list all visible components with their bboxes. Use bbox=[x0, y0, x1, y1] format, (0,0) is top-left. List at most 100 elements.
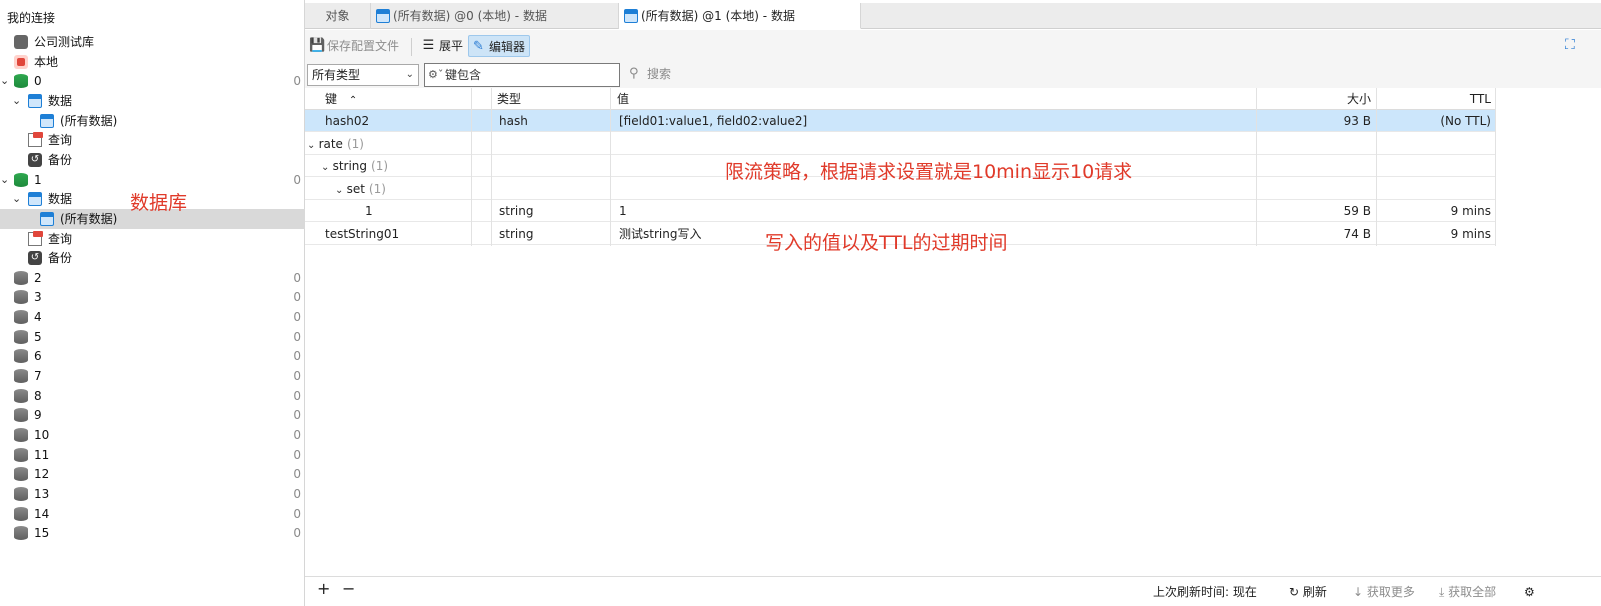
tab-objects[interactable]: 对象 bbox=[305, 3, 371, 29]
header-type[interactable]: 类型 bbox=[497, 88, 607, 110]
sidebar-item-count: 0 bbox=[293, 270, 301, 285]
sidebar-item-company[interactable]: 公司测试库 bbox=[0, 32, 305, 52]
sidebar-item-label: 14 bbox=[34, 506, 50, 521]
header-value[interactable]: 值 bbox=[617, 88, 1257, 110]
cell-value: 1 bbox=[619, 204, 627, 219]
database-icon bbox=[14, 428, 28, 442]
database-icon bbox=[14, 74, 28, 89]
chevron-down-icon[interactable]: ⌄ bbox=[12, 91, 21, 111]
flat-view-button[interactable]: ☰ 展平 bbox=[419, 35, 463, 57]
cell-size: 59 B bbox=[1343, 204, 1371, 219]
table-icon bbox=[624, 9, 638, 23]
header-ttl[interactable]: TTL bbox=[1377, 88, 1491, 110]
sidebar-item-db-gray[interactable]: 14 0 bbox=[0, 504, 305, 524]
cell-ttl: (No TTL) bbox=[1440, 114, 1491, 128]
sidebar-item-db-gray[interactable]: 70 bbox=[0, 366, 305, 386]
chevron-down-icon: ⌄ bbox=[405, 69, 414, 80]
sidebar-item-count: 0 bbox=[293, 172, 301, 187]
save-config-button[interactable]: 💾 保存配置文件 bbox=[307, 35, 399, 57]
sidebar-item-backup[interactable]: ↺ 备份 bbox=[0, 248, 305, 268]
sidebar-item-db-gray[interactable]: 90 bbox=[0, 405, 305, 425]
gear-icon[interactable]: ⚙ˇ bbox=[428, 64, 443, 86]
database-icon bbox=[14, 369, 28, 384]
sidebar-item-db-gray[interactable]: 15 0 bbox=[0, 523, 305, 543]
remove-button[interactable]: − bbox=[342, 579, 355, 599]
column-divider bbox=[1495, 88, 1496, 246]
header-key[interactable]: 键 ⌃ bbox=[325, 88, 470, 110]
load-all-button[interactable]: ⤓ 获取全部 bbox=[1439, 582, 1496, 602]
sidebar-item-label: 9 bbox=[34, 408, 42, 423]
sidebar-item-count: 0 bbox=[293, 290, 301, 305]
sidebar-item-db-green[interactable]: ⌄ 0 0 bbox=[0, 71, 305, 91]
header-size[interactable]: 大小 bbox=[1257, 88, 1371, 110]
annotation-database: 数据库 bbox=[130, 192, 188, 214]
add-button[interactable]: + bbox=[317, 579, 330, 599]
sidebar-item-count: 0 bbox=[293, 506, 301, 521]
column-divider bbox=[491, 88, 492, 246]
sidebar-item-label: 3 bbox=[34, 290, 42, 305]
sidebar-item-label: (所有数据) bbox=[60, 211, 118, 226]
sidebar-item-db-green[interactable]: ⌄ 1 0 bbox=[0, 170, 305, 190]
cell-key: ⌄ string (1) bbox=[321, 155, 481, 177]
sidebar-item-db-gray[interactable]: 12 0 bbox=[0, 464, 305, 484]
sidebar-item-db-gray[interactable]: 40 bbox=[0, 307, 305, 327]
save-config-label: 保存配置文件 bbox=[327, 39, 400, 53]
refresh-button[interactable]: ↻ 刷新 bbox=[1289, 582, 1327, 602]
chevron-down-icon[interactable]: ⌄ bbox=[0, 71, 9, 91]
type-filter-select[interactable]: 所有类型 ⌄ bbox=[307, 64, 419, 86]
sidebar-item-label: 备份 bbox=[48, 152, 73, 167]
sidebar-item-table[interactable]: (所有数据) bbox=[0, 111, 305, 131]
cell-ttl bbox=[1377, 178, 1491, 200]
key-filter-input[interactable]: ⚙ˇ 键包含 bbox=[424, 63, 620, 87]
sidebar-item-query[interactable]: 查询 bbox=[0, 130, 305, 150]
sidebar-item-db-gray[interactable]: 20 bbox=[0, 268, 305, 288]
chevron-down-icon[interactable]: ⌄ bbox=[0, 170, 9, 190]
sidebar-item-label: 查询 bbox=[48, 231, 73, 246]
sidebar-item-db-gray[interactable]: 60 bbox=[0, 346, 305, 366]
table-row[interactable]: 1 string 1 59 B 9 mins bbox=[305, 200, 1496, 223]
sidebar-item-db-gray[interactable]: 50 bbox=[0, 327, 305, 347]
sidebar-item-db-gray[interactable]: 10 0 bbox=[0, 425, 305, 445]
chevron-down-icon[interactable]: ⌄ bbox=[12, 189, 21, 209]
chevron-down-icon[interactable]: ⌄ bbox=[307, 140, 319, 151]
column-divider bbox=[610, 88, 611, 246]
sidebar-item-label: 10 bbox=[34, 428, 50, 442]
cell-size bbox=[1257, 155, 1371, 177]
search-button[interactable]: ⚲ 搜索 bbox=[629, 66, 671, 82]
sidebar-item-query[interactable]: 查询 bbox=[0, 229, 305, 249]
sidebar-item-server[interactable]: 本地 bbox=[0, 52, 305, 72]
annotation-written-value: 写入的值以及TTL的过期时间 bbox=[765, 232, 1008, 254]
sidebar-item-db-gray[interactable]: 11 0 bbox=[0, 445, 305, 465]
server-icon bbox=[14, 54, 28, 69]
table-row[interactable]: hash02 hash [field01:value1, field02:value… bbox=[305, 110, 1496, 132]
load-more-label: 获取更多 bbox=[1366, 585, 1415, 599]
sidebar-item-backup[interactable]: ↺ 备份 bbox=[0, 150, 305, 170]
sidebar-item-db-gray[interactable]: 13 0 bbox=[0, 484, 305, 504]
tab-data-db1[interactable]: (所有数据) @1 (本地) - 数据 bbox=[619, 3, 861, 29]
sidebar-item-label: 2 bbox=[34, 270, 42, 285]
database-icon bbox=[14, 447, 28, 462]
flat-view-label: 展平 bbox=[439, 39, 464, 53]
child-count: (1) bbox=[371, 159, 389, 174]
sidebar-item-table-group[interactable]: ⌄ 数据 bbox=[0, 91, 305, 111]
editor-button[interactable]: ✎ 编辑器 bbox=[468, 35, 531, 57]
load-more-button[interactable]: ↓ 获取更多 bbox=[1353, 582, 1415, 602]
tree-group-row[interactable]: ⌄ rate (1) bbox=[305, 133, 1496, 155]
sidebar-item-count: 0 bbox=[293, 310, 301, 325]
cell-size: 93 B bbox=[1343, 114, 1371, 128]
key-text: hash02 bbox=[325, 114, 370, 128]
key-text: rate bbox=[318, 136, 343, 151]
table-icon bbox=[28, 93, 42, 108]
cell-type bbox=[499, 133, 607, 155]
sidebar-item-db-gray[interactable]: 80 bbox=[0, 386, 305, 406]
cell-size: 74 B bbox=[1343, 227, 1371, 241]
sidebar-item-db-gray[interactable]: 30 bbox=[0, 287, 305, 307]
sidebar-item-label: 本地 bbox=[34, 54, 59, 69]
chevron-down-icon[interactable]: ⌄ bbox=[335, 185, 347, 196]
settings-icon[interactable]: ⚙ bbox=[1524, 582, 1535, 602]
cell-key: hash02 bbox=[325, 110, 485, 132]
chevron-down-icon[interactable]: ⌄ bbox=[321, 162, 333, 173]
fullscreen-icon[interactable]: ⛶ bbox=[1565, 38, 1579, 52]
annotation-rate-limit: 限流策略，根据请求设置就是10min显示10请求 bbox=[725, 161, 1133, 183]
tab-data-db0[interactable]: (所有数据) @0 (本地) - 数据 bbox=[371, 3, 619, 29]
